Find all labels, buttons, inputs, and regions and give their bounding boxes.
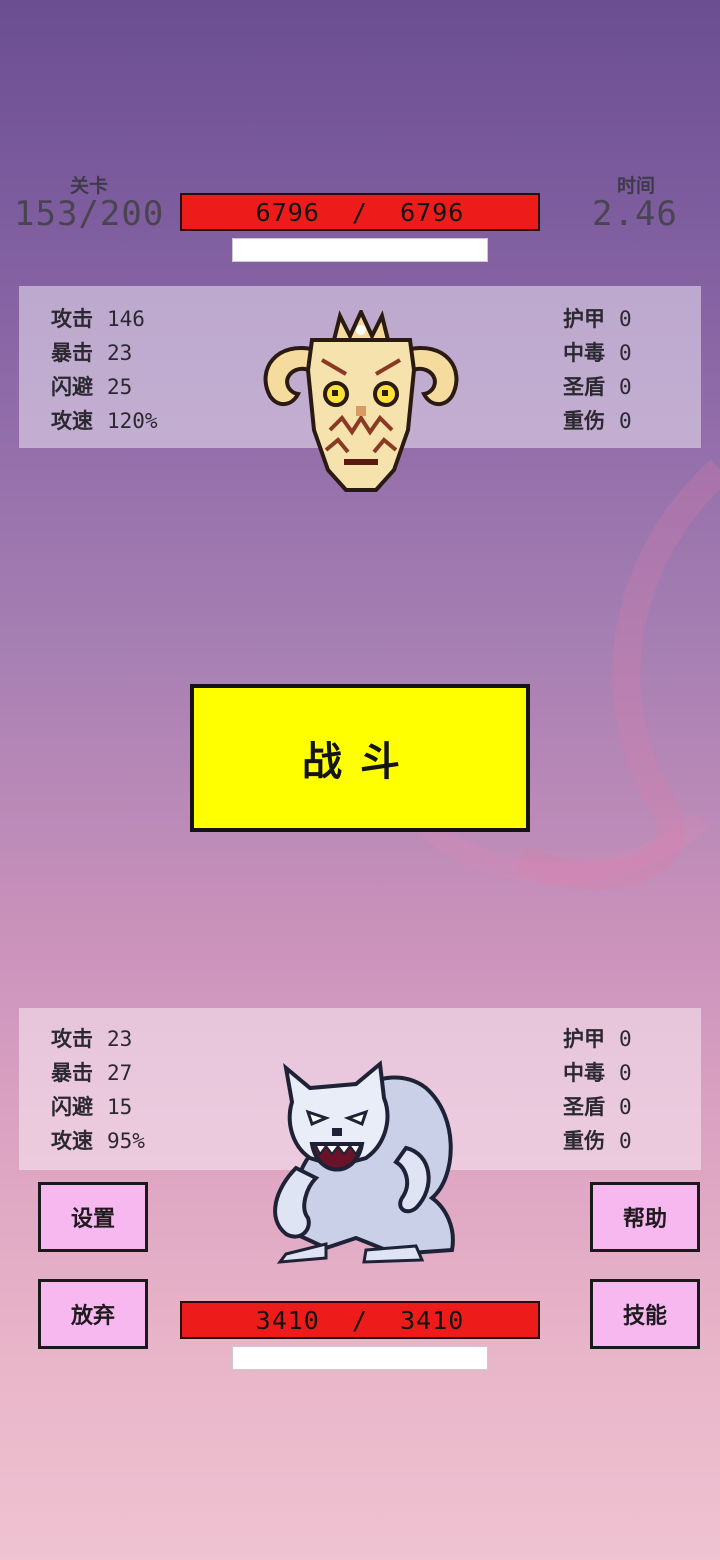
stat-label: 攻击 [51, 307, 93, 331]
settings-button[interactable]: 设置 [38, 1182, 148, 1252]
stat-value: 120% [107, 409, 158, 433]
enemy-stats-left: 攻击 146 暴击 23 闪避 25 攻速 120% [51, 302, 158, 438]
player-stats-left: 攻击 23 暴击 27 闪避 15 攻速 95% [51, 1022, 145, 1158]
stat-label: 攻速 [51, 409, 93, 433]
player-stat-row: 暴击 27 [51, 1056, 145, 1090]
enemy-stat-row: 护甲 0 [563, 302, 632, 336]
stat-value: 23 [107, 1027, 133, 1051]
stat-label: 闪避 [51, 1095, 93, 1119]
player-hp-text: 3410 / 3410 [255, 1305, 465, 1335]
stat-label: 重伤 [563, 1129, 605, 1153]
stat-value: 0 [619, 1027, 632, 1051]
white-werewolf-icon[interactable] [256, 1058, 466, 1264]
stat-value: 0 [619, 1095, 632, 1119]
stat-label: 闪避 [51, 375, 93, 399]
enemy-stat-row: 圣盾 0 [563, 370, 632, 404]
enemy-stats-right: 护甲 0 中毒 0 圣盾 0 重伤 0 [563, 302, 632, 438]
stat-label: 中毒 [563, 341, 605, 365]
stat-label: 圣盾 [563, 1095, 605, 1119]
stat-value: 27 [107, 1061, 133, 1085]
player-stat-row: 圣盾 0 [563, 1090, 632, 1124]
stat-label: 中毒 [563, 1061, 605, 1085]
skills-button[interactable]: 技能 [590, 1279, 700, 1349]
player-stat-row: 护甲 0 [563, 1022, 632, 1056]
give-up-button[interactable]: 放弃 [38, 1279, 148, 1349]
player-energy-bar [232, 1346, 488, 1370]
player-stat-row: 中毒 0 [563, 1056, 632, 1090]
stat-value: 0 [619, 409, 632, 433]
stat-value: 25 [107, 375, 133, 399]
player-stat-row: 攻速 95% [51, 1124, 145, 1158]
stat-value: 146 [107, 307, 145, 331]
level-value: 153/200 [14, 194, 165, 234]
horned-demon-mask-icon[interactable] [256, 310, 466, 500]
enemy-stat-row: 中毒 0 [563, 336, 632, 370]
help-button[interactable]: 帮助 [590, 1182, 700, 1252]
stat-label: 攻击 [51, 1027, 93, 1051]
enemy-hp-text: 6796 / 6796 [255, 197, 465, 227]
enemy-stat-row: 重伤 0 [563, 404, 632, 438]
player-stat-row: 重伤 0 [563, 1124, 632, 1158]
stat-label: 暴击 [51, 341, 93, 365]
time-value: 2.46 [592, 194, 678, 234]
stat-label: 重伤 [563, 409, 605, 433]
fight-button[interactable]: 战斗 [190, 684, 530, 832]
player-stat-row: 攻击 23 [51, 1022, 145, 1056]
stat-label: 护甲 [563, 307, 605, 331]
stat-value: 0 [619, 1129, 632, 1153]
enemy-stat-row: 攻速 120% [51, 404, 158, 438]
stat-value: 0 [619, 307, 632, 331]
player-stat-row: 闪避 15 [51, 1090, 145, 1124]
player-stats-right: 护甲 0 中毒 0 圣盾 0 重伤 0 [563, 1022, 632, 1158]
stat-label: 攻速 [51, 1129, 93, 1153]
stat-value: 95% [107, 1129, 145, 1153]
enemy-stat-row: 暴击 23 [51, 336, 158, 370]
stat-value: 23 [107, 341, 133, 365]
stat-value: 15 [107, 1095, 133, 1119]
stat-label: 暴击 [51, 1061, 93, 1085]
enemy-energy-bar [232, 238, 488, 262]
enemy-stat-row: 闪避 25 [51, 370, 158, 404]
player-hp-bar: 3410 / 3410 [180, 1301, 540, 1339]
stat-value: 0 [619, 341, 632, 365]
enemy-stat-row: 攻击 146 [51, 302, 158, 336]
stat-value: 0 [619, 375, 632, 399]
stat-value: 0 [619, 1061, 632, 1085]
stat-label: 圣盾 [563, 375, 605, 399]
stat-label: 护甲 [563, 1027, 605, 1051]
enemy-hp-bar: 6796 / 6796 [180, 193, 540, 231]
